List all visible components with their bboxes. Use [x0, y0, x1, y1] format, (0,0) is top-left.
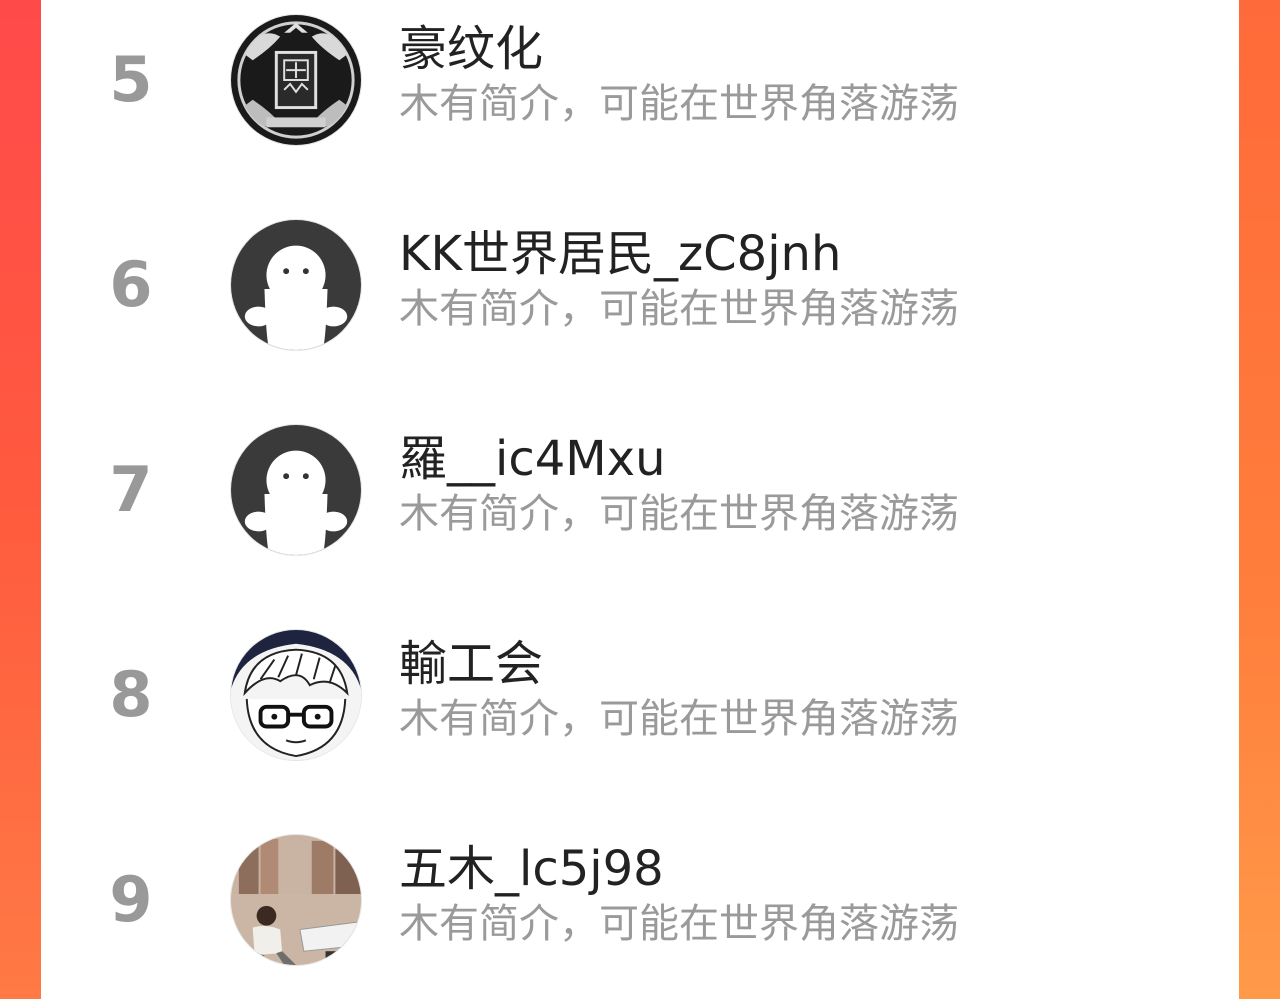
default-ghost-avatar-icon	[231, 220, 361, 350]
page: 5 豪纹化 木有简介，可能在世界角落游荡 6 KK世界居民_zC8jnh 木有简…	[0, 0, 1280, 999]
list-item[interactable]: 5 豪纹化 木有简介，可能在世界角落游荡	[41, 0, 1239, 160]
avatar[interactable]	[230, 219, 362, 351]
rank-number: 5	[109, 43, 153, 116]
user-bio: 木有简介，可能在世界角落游荡	[399, 696, 959, 742]
rank-number: 7	[109, 453, 153, 526]
avatar[interactable]	[230, 834, 362, 966]
rank-number: 6	[109, 248, 153, 321]
user-bio: 木有简介，可能在世界角落游荡	[399, 901, 959, 947]
list-item[interactable]: 7 羅__ic4Mxu 木有简介，可能在世界角落游荡	[41, 410, 1239, 570]
user-name[interactable]: 五木_lc5j98	[399, 840, 664, 898]
user-name[interactable]: 豪纹化	[399, 20, 543, 78]
user-bio: 木有简介，可能在世界角落游荡	[399, 491, 959, 537]
user-name[interactable]: 羅__ic4Mxu	[399, 430, 666, 488]
rank-number: 9	[109, 863, 153, 936]
avatar[interactable]	[230, 424, 362, 556]
user-bio: 木有简介，可能在世界角落游荡	[399, 286, 959, 332]
user-bio: 木有简介，可能在世界角落游荡	[399, 81, 959, 127]
user-name[interactable]: 輸工会	[399, 635, 543, 693]
avatar[interactable]	[230, 629, 362, 761]
ranking-list: 5 豪纹化 木有简介，可能在世界角落游荡 6 KK世界居民_zC8jnh 木有简…	[41, 0, 1239, 999]
user-name[interactable]: KK世界居民_zC8jnh	[399, 225, 841, 283]
seal-avatar-icon	[231, 15, 361, 145]
list-item[interactable]: 6 KK世界居民_zC8jnh 木有简介，可能在世界角落游荡	[41, 205, 1239, 365]
list-item[interactable]: 8 輸工会 木有简介，可能在世界角落游荡	[41, 615, 1239, 775]
cartoon-glasses-avatar-icon	[231, 630, 361, 760]
list-item[interactable]: 9 五木_lc5j98 木有简介，可能在世界角落游荡	[41, 820, 1239, 980]
street-photo-avatar-icon	[231, 835, 361, 965]
default-ghost-avatar-icon	[231, 425, 361, 555]
avatar[interactable]	[230, 14, 362, 146]
rank-number: 8	[109, 658, 153, 731]
